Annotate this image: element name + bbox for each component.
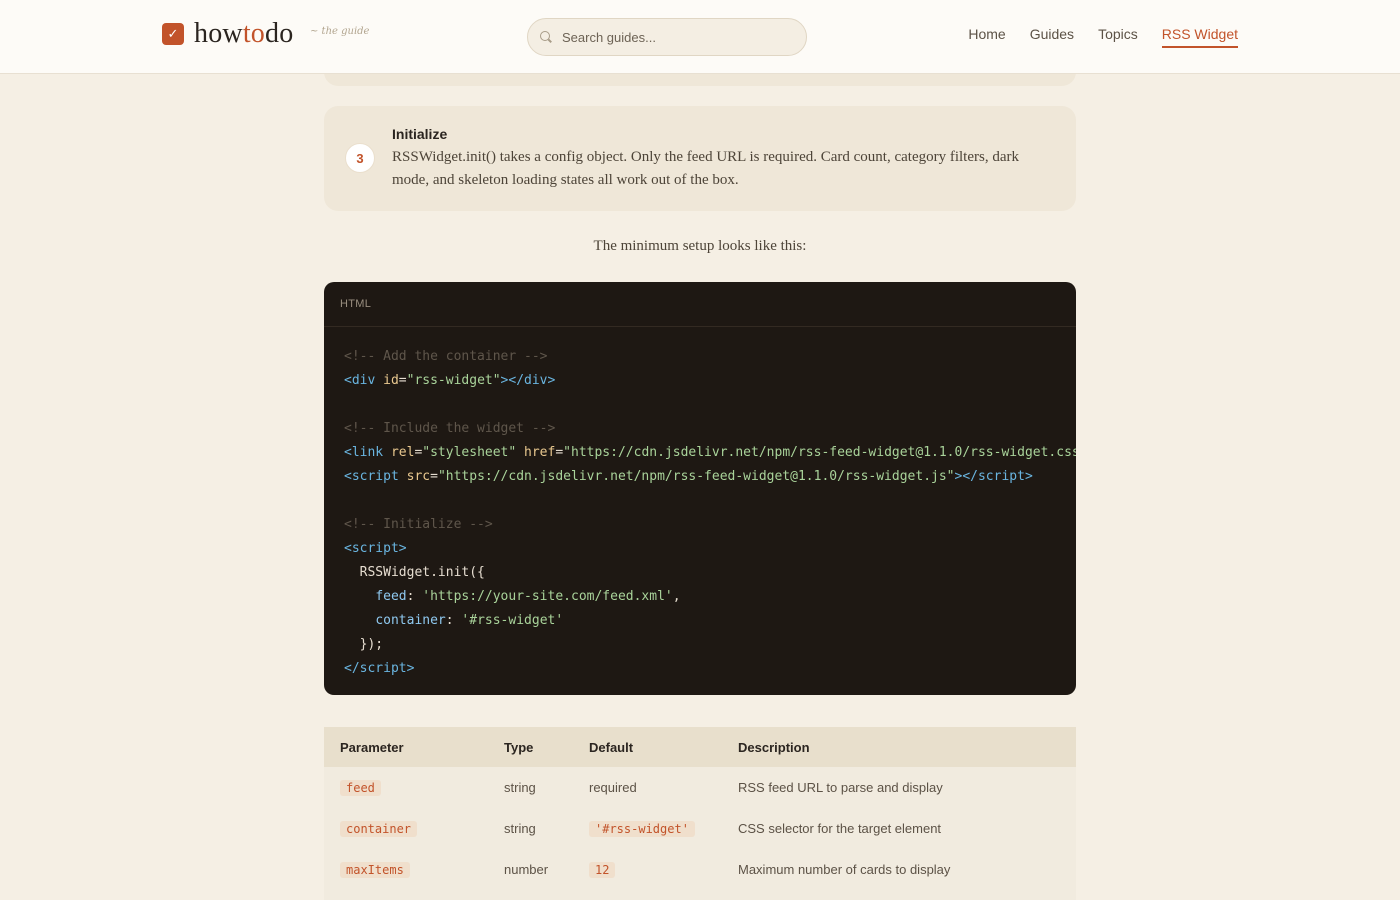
code-script-src: "https://cdn.jsdelivr.net/npm/rss-feed-w… xyxy=(437,469,955,484)
code-comment: <!-- Include the widget --> xyxy=(344,421,556,436)
code-feed-value: 'https://your-site.com/feed.xml' xyxy=(422,589,673,604)
param-name: maxItems xyxy=(340,861,410,878)
param-default: '#rss-widget' xyxy=(589,820,695,837)
param-default: required xyxy=(589,780,637,795)
param-type: string xyxy=(504,821,536,836)
code-comment: <!-- Add the container --> xyxy=(344,349,548,364)
code-content[interactable]: <!-- Add the container --> <div id="rss-… xyxy=(324,327,1076,681)
code-comment: <!-- Initialize --> xyxy=(344,517,493,532)
param-name: container xyxy=(340,820,418,837)
table-row: container string '#rss-widget' CSS selec… xyxy=(324,808,1076,849)
step-number: 3 xyxy=(345,143,375,173)
search-input[interactable] xyxy=(562,29,782,45)
main-nav: Home Guides Topics RSS Widget xyxy=(968,26,1238,48)
column-header: Default xyxy=(589,739,634,755)
param-description: RSS feed URL to parse and display xyxy=(738,780,943,795)
param-type: number xyxy=(504,862,549,877)
site-header: ✓ howtodo ~ the guide Home Guides Topics… xyxy=(0,0,1400,74)
nav-topics[interactable]: Topics xyxy=(1098,26,1138,48)
table-row: maxItems number 12 Maximum number of car… xyxy=(324,849,1076,890)
param-default: 12 xyxy=(589,861,616,878)
logo-tagline: ~ the guide xyxy=(310,26,370,37)
table-header: Parameter Type Default Description xyxy=(324,727,1076,767)
search-box[interactable] xyxy=(527,18,807,56)
search-icon xyxy=(540,30,553,44)
logo-text: howtodo xyxy=(194,18,294,49)
check-icon: ✓ xyxy=(162,23,184,45)
step-description: RSSWidget.init() takes a config object. … xyxy=(392,149,1019,188)
column-header: Description xyxy=(738,739,810,755)
code-language-label: HTML xyxy=(324,282,1076,327)
step-card: 3 Initialize RSSWidget.init() takes a co… xyxy=(324,106,1076,211)
code-intro-text: The minimum setup looks like this: xyxy=(593,238,807,254)
table-row: feed string required RSS feed URL to par… xyxy=(324,767,1076,808)
param-description: Maximum number of cards to display xyxy=(738,862,951,877)
param-type: string xyxy=(504,780,536,795)
nav-guides[interactable]: Guides xyxy=(1030,26,1074,48)
param-name: feed xyxy=(340,779,381,796)
code-block[interactable]: HTML <!-- Add the container --> <div id=… xyxy=(324,282,1076,695)
nav-home[interactable]: Home xyxy=(968,26,1005,48)
nav-rss-widget[interactable]: RSS Widget xyxy=(1161,26,1238,48)
site-logo[interactable]: ✓ howtodo ~ the guide xyxy=(162,18,369,50)
code-container-value: '#rss-widget' xyxy=(461,613,564,628)
parameters-table: Parameter Type Default Description feed … xyxy=(324,727,1076,900)
param-description: CSS selector for the target element xyxy=(738,821,942,836)
step-title: Initialize xyxy=(392,126,448,142)
column-header: Type xyxy=(504,739,534,755)
code-link-href: "https://cdn.jsdelivr.net/npm/rss-feed-w… xyxy=(563,445,1076,460)
column-header: Parameter xyxy=(340,739,404,755)
